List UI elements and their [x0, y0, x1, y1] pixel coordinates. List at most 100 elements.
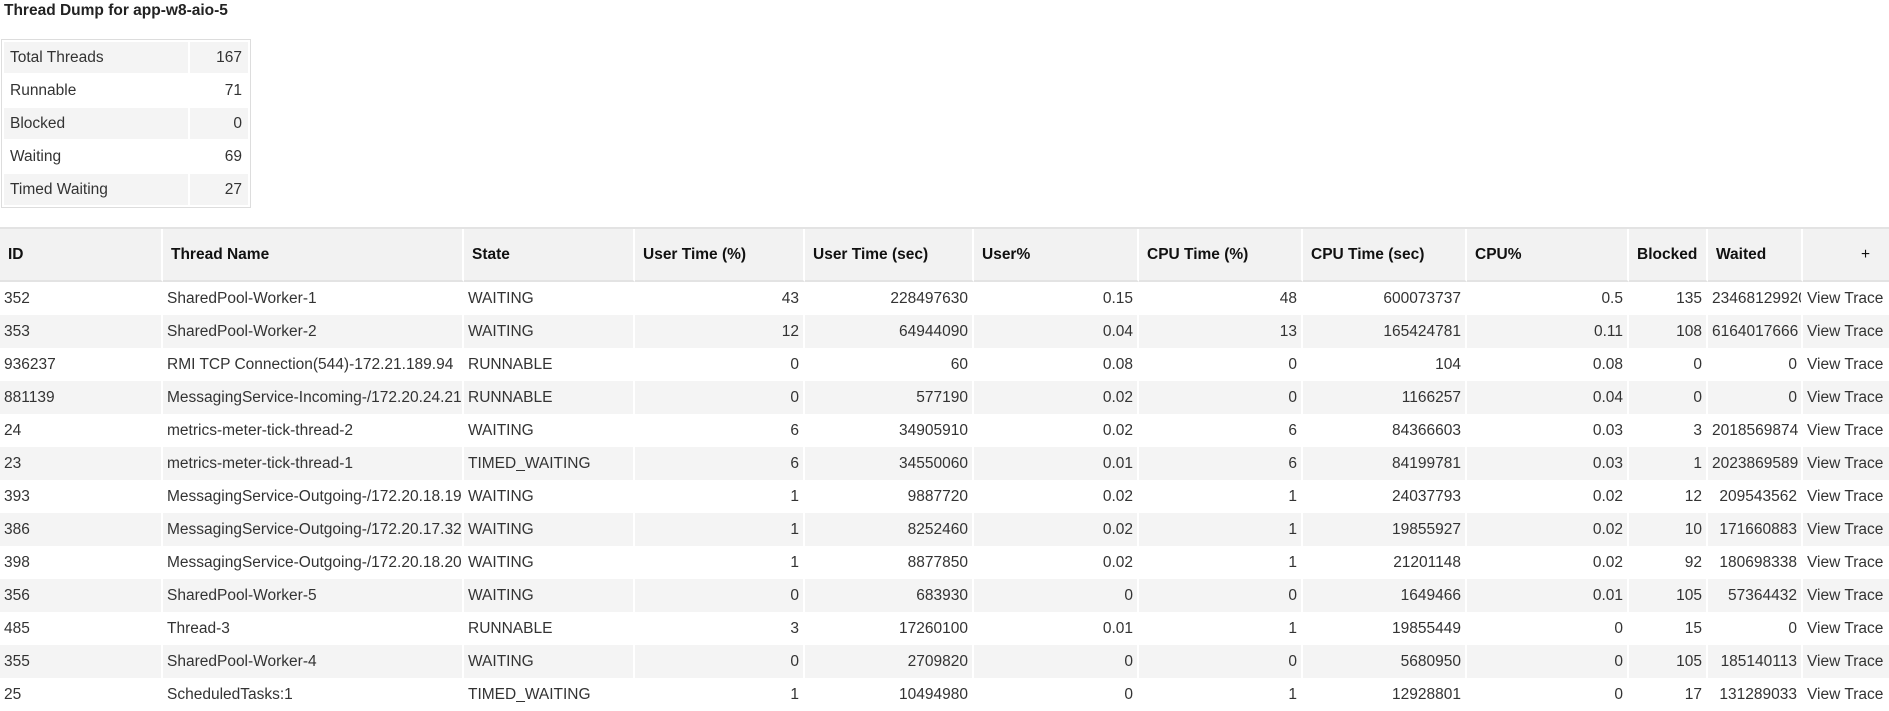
cell-cpu-time-pct: 48	[1139, 282, 1303, 315]
cell-action: View Trace	[1803, 513, 1889, 546]
view-trace-link[interactable]: View Trace	[1807, 686, 1883, 703]
view-trace-link[interactable]: View Trace	[1807, 521, 1883, 538]
column-header-state[interactable]: State	[464, 229, 635, 282]
cell-thread-name: MessagingService-Outgoing-/172.20.17.32	[163, 513, 464, 546]
cell-user-time-sec: 683930	[805, 579, 974, 612]
column-header-thread-name[interactable]: Thread Name	[163, 229, 464, 282]
expand-columns-button[interactable]: +	[1803, 229, 1889, 282]
cell-cpu-pct: 0.01	[1467, 579, 1629, 612]
cell-state: WAITING	[464, 579, 635, 612]
cell-thread-name: Thread-3	[163, 612, 464, 645]
column-header-user-pct[interactable]: User%	[974, 229, 1139, 282]
cell-blocked: 135	[1629, 282, 1708, 315]
cell-cpu-pct: 0.02	[1467, 480, 1629, 513]
cell-waited: 6164017666	[1708, 315, 1803, 348]
cell-cpu-time-pct: 0	[1139, 381, 1303, 414]
cell-blocked: 105	[1629, 579, 1708, 612]
table-row: 352 SharedPool-Worker-1 WAITING 43 228497630…	[0, 282, 1889, 315]
cell-action: View Trace	[1803, 678, 1889, 711]
cell-user-time-pct: 0	[635, 579, 805, 612]
cell-thread-name: metrics-meter-tick-thread-1	[163, 447, 464, 480]
cell-action: View Trace	[1803, 645, 1889, 678]
summary-row: Timed Waiting 27	[4, 174, 248, 205]
cell-state: TIMED_WAITING	[464, 447, 635, 480]
table-row: 881139 MessagingService-Incoming-/172.20.…	[0, 381, 1889, 414]
summary-value: 167	[190, 42, 248, 73]
table-row: 23 metrics-meter-tick-thread-1 TIMED_WAITI…	[0, 447, 1889, 480]
cell-thread-name: ScheduledTasks:1	[163, 678, 464, 711]
cell-id: 356	[0, 579, 163, 612]
summary-value: 69	[190, 141, 248, 172]
cell-id: 485	[0, 612, 163, 645]
summary-row: Runnable 71	[4, 75, 248, 106]
cell-user-time-sec: 2709820	[805, 645, 974, 678]
cell-cpu-pct: 0	[1467, 678, 1629, 711]
cell-cpu-time-pct: 1	[1139, 678, 1303, 711]
column-header-waited[interactable]: Waited	[1708, 229, 1803, 282]
cell-cpu-time-sec: 5680950	[1303, 645, 1467, 678]
cell-blocked: 17	[1629, 678, 1708, 711]
column-header-blocked[interactable]: Blocked	[1629, 229, 1708, 282]
page-title: Thread Dump for app-w8-aio-5	[4, 2, 228, 19]
column-header-cpu-pct[interactable]: CPU%	[1467, 229, 1629, 282]
view-trace-link[interactable]: View Trace	[1807, 323, 1883, 340]
cell-user-time-sec: 228497630	[805, 282, 974, 315]
cell-id: 25	[0, 678, 163, 711]
cell-id: 352	[0, 282, 163, 315]
view-trace-link[interactable]: View Trace	[1807, 554, 1883, 571]
summary-label: Total Threads	[4, 42, 188, 73]
cell-cpu-time-sec: 1649466	[1303, 579, 1467, 612]
view-trace-link[interactable]: View Trace	[1807, 653, 1883, 670]
cell-user-pct: 0	[974, 579, 1139, 612]
table-row: 25 ScheduledTasks:1 TIMED_WAITING 1 10494980…	[0, 678, 1889, 711]
cell-cpu-time-pct: 0	[1139, 348, 1303, 381]
cell-thread-name: SharedPool-Worker-5	[163, 579, 464, 612]
view-trace-link[interactable]: View Trace	[1807, 488, 1883, 505]
cell-id: 353	[0, 315, 163, 348]
column-header-user-time-pct[interactable]: User Time (%)	[635, 229, 805, 282]
cell-user-time-sec: 577190	[805, 381, 974, 414]
cell-user-time-sec: 34550060	[805, 447, 974, 480]
cell-state: WAITING	[464, 414, 635, 447]
cell-cpu-time-sec: 19855927	[1303, 513, 1467, 546]
view-trace-link[interactable]: View Trace	[1807, 389, 1883, 406]
cell-action: View Trace	[1803, 348, 1889, 381]
cell-cpu-time-pct: 1	[1139, 480, 1303, 513]
summary-row: Total Threads 167	[4, 42, 248, 73]
summary-row: Waiting 69	[4, 141, 248, 172]
table-row: 356 SharedPool-Worker-5 WAITING 0 683930 0 0 16…	[0, 579, 1889, 612]
column-header-id[interactable]: ID	[0, 229, 163, 282]
cell-waited: 2018569874	[1708, 414, 1803, 447]
cell-id: 936237	[0, 348, 163, 381]
cell-user-pct: 0.08	[974, 348, 1139, 381]
view-trace-link[interactable]: View Trace	[1807, 290, 1883, 307]
cell-thread-name: RMI TCP Connection(544)-172.21.189.94	[163, 348, 464, 381]
cell-cpu-time-pct: 0	[1139, 579, 1303, 612]
view-trace-link[interactable]: View Trace	[1807, 422, 1883, 439]
cell-cpu-time-sec: 165424781	[1303, 315, 1467, 348]
column-header-cpu-time-pct[interactable]: CPU Time (%)	[1139, 229, 1303, 282]
cell-cpu-time-sec: 84199781	[1303, 447, 1467, 480]
column-header-user-time-sec[interactable]: User Time (sec)	[805, 229, 974, 282]
column-header-cpu-time-sec[interactable]: CPU Time (sec)	[1303, 229, 1467, 282]
cell-id: 881139	[0, 381, 163, 414]
view-trace-link[interactable]: View Trace	[1807, 587, 1883, 604]
cell-waited: 0	[1708, 381, 1803, 414]
cell-user-time-sec: 10494980	[805, 678, 974, 711]
cell-id: 398	[0, 546, 163, 579]
cell-cpu-time-sec: 84366603	[1303, 414, 1467, 447]
cell-state: WAITING	[464, 645, 635, 678]
cell-cpu-pct: 0.03	[1467, 414, 1629, 447]
cell-blocked: 0	[1629, 381, 1708, 414]
table-row: 393 MessagingService-Outgoing-/172.20.18.…	[0, 480, 1889, 513]
view-trace-link[interactable]: View Trace	[1807, 620, 1883, 637]
view-trace-link[interactable]: View Trace	[1807, 356, 1883, 373]
table-row: 398 MessagingService-Outgoing-/172.20.18.…	[0, 546, 1889, 579]
cell-user-time-pct: 6	[635, 414, 805, 447]
summary-value: 71	[190, 75, 248, 106]
view-trace-link[interactable]: View Trace	[1807, 455, 1883, 472]
cell-cpu-pct: 0.11	[1467, 315, 1629, 348]
cell-state: WAITING	[464, 282, 635, 315]
cell-user-time-pct: 0	[635, 348, 805, 381]
cell-state: WAITING	[464, 546, 635, 579]
